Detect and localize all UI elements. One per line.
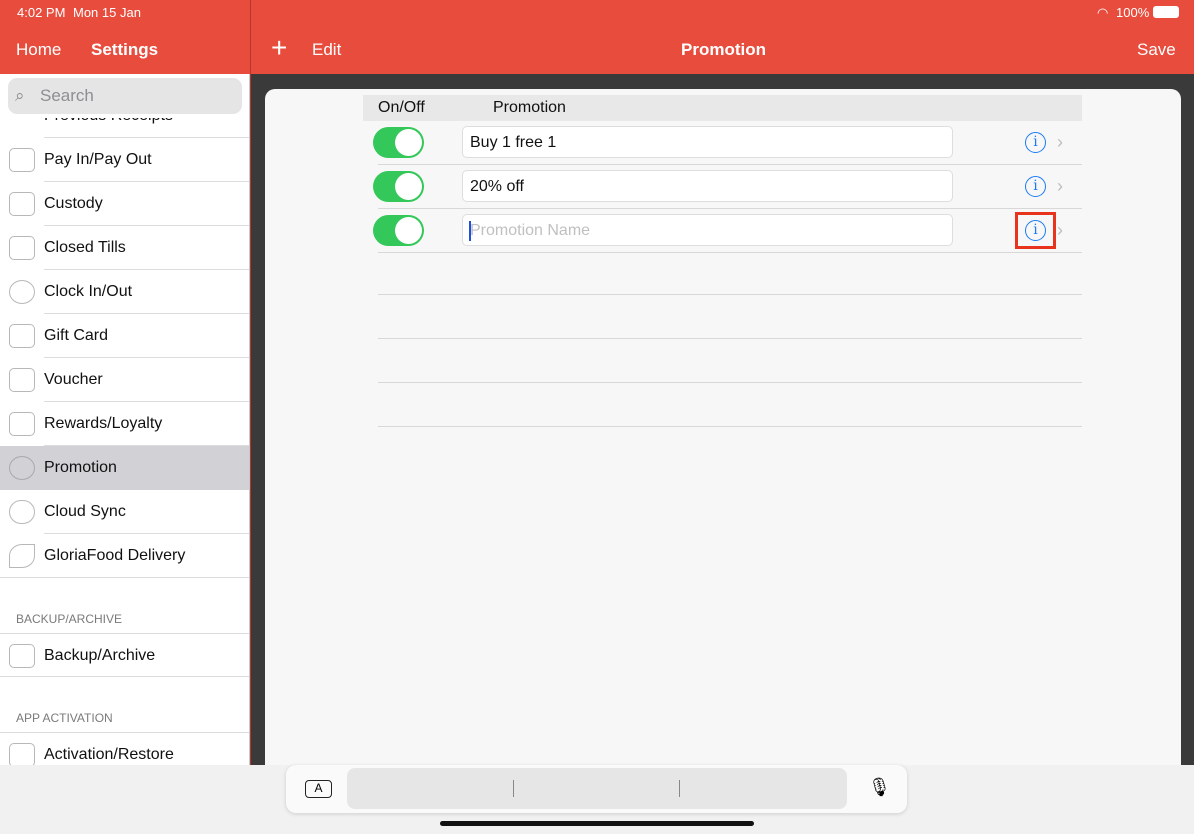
highlight-box (1015, 212, 1056, 249)
sidebar-item-voucher[interactable]: Voucher (0, 358, 249, 402)
text-cursor (469, 221, 471, 241)
sidebar-item-backup[interactable]: Backup/Archive (0, 633, 249, 677)
trophy-icon (9, 412, 35, 436)
empty-row-line (378, 338, 1082, 339)
server-icon (9, 644, 35, 668)
sidebar-item-activation[interactable]: Activation/Restore (0, 732, 249, 765)
search-input-field[interactable]: Search (8, 78, 242, 114)
gift-card-icon (9, 324, 35, 348)
leaf-icon (9, 544, 35, 568)
settings-title: Settings (91, 40, 159, 59)
battery-level: 100% (1116, 5, 1150, 20)
keyboard-toggle-button[interactable]: A (305, 780, 332, 798)
home-indicator[interactable] (440, 821, 754, 826)
edit-button[interactable]: Edit (312, 40, 341, 60)
info-icon[interactable]: i (1025, 132, 1046, 153)
suggestion-bar[interactable] (347, 768, 847, 809)
chevron-right-icon[interactable]: › (1057, 132, 1063, 153)
search-icon: ⌕ (15, 86, 25, 105)
keyboard-toolbar: A 🎙 (286, 765, 907, 813)
new-promotion-name-field[interactable]: Promotion Name (462, 214, 953, 246)
percent-badge-icon (9, 456, 35, 480)
sidebar-item-closed-tills[interactable]: Closed Tills (0, 226, 249, 270)
sidebar-item-gloriafood[interactable]: GloriaFood Delivery (0, 534, 249, 578)
sidebar-item-custody[interactable]: Custody (0, 182, 249, 226)
promotion-name-field[interactable]: 20% off (462, 170, 953, 202)
battery-icon (1153, 6, 1179, 18)
section-header-activation: APP ACTIVATION (16, 711, 113, 725)
section-header-backup: BACKUP/ARCHIVE (16, 612, 123, 626)
money-hand-icon (9, 148, 35, 172)
empty-row-line (378, 426, 1082, 427)
save-button[interactable]: Save (1137, 40, 1176, 60)
chevron-right-icon[interactable]: › (1057, 220, 1063, 241)
empty-row-line (378, 294, 1082, 295)
page-title: Promotion (681, 40, 766, 59)
empty-row-line (378, 382, 1082, 383)
sidebar-item-clock-in-out[interactable]: Clock In/Out (0, 270, 249, 314)
promotion-toggle[interactable] (373, 215, 424, 246)
status-date: Mon 15 Jan (73, 5, 141, 20)
cloud-icon (9, 500, 35, 524)
promotion-toggle[interactable] (373, 171, 424, 202)
sidebar-item-gift-card[interactable]: Gift Card (0, 314, 249, 358)
table-row: Buy 1 free 1 i › (363, 121, 1082, 165)
promotion-toggle[interactable] (373, 127, 424, 158)
add-button[interactable]: + (271, 32, 287, 64)
table-header: On/Off Promotion (363, 95, 1082, 121)
chevron-right-icon[interactable]: › (1057, 176, 1063, 197)
sidebar-item-promotion[interactable]: Promotion (0, 446, 249, 490)
sidebar-item-rewards[interactable]: Rewards/Loyalty (0, 402, 249, 446)
microphone-icon[interactable]: 🎙 (868, 777, 891, 798)
info-icon[interactable]: i (1025, 176, 1046, 197)
status-time: 4:02 PM (17, 5, 66, 20)
wifi-icon: ◠ (1097, 5, 1109, 20)
table-row: 20% off i › (363, 165, 1082, 209)
sidebar: Search ⌕ Previous Receipts Search ⌕ Pay … (0, 74, 250, 765)
promotion-name-field[interactable]: Buy 1 free 1 (462, 126, 953, 158)
home-button[interactable]: Home (16, 40, 61, 60)
sidebar-item-pay-in-out[interactable]: Pay In/Pay Out (0, 138, 249, 182)
header-promotion: Promotion (493, 99, 566, 116)
activation-icon (9, 743, 35, 765)
tag-icon (9, 368, 35, 392)
register-icon (9, 236, 35, 260)
top-bar: 4:02 PM Mon 15 Jan ◠ 100% Home Settings … (0, 0, 1194, 74)
sidebar-item-cloud-sync[interactable]: Cloud Sync (0, 490, 249, 534)
document-icon (9, 192, 35, 216)
header-on-off: On/Off (378, 99, 425, 116)
clock-icon (9, 280, 35, 304)
table-row: Promotion Name i › (363, 209, 1082, 253)
